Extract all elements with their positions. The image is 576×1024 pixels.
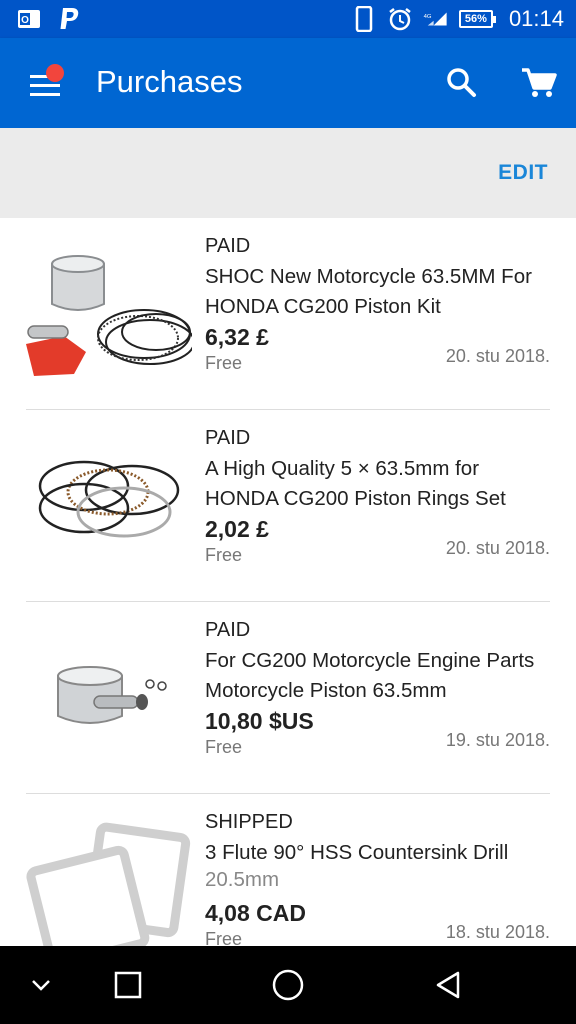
battery-icon: 56%	[458, 10, 496, 28]
product-name: SHOC New Motorcycle 63.5MM For HONDA CG2…	[205, 265, 532, 318]
order-status: PAID	[205, 427, 251, 449]
menu-button[interactable]	[20, 60, 70, 106]
order-date: 20. stu 2018.	[445, 346, 550, 366]
order-date: 19. stu 2018.	[445, 730, 550, 750]
signal-icon: 4G	[423, 6, 449, 32]
network-label: 4G	[424, 14, 432, 20]
notification-dot	[46, 64, 64, 82]
page-title: Purchases	[96, 64, 243, 99]
product-name: 3 Flute 90° HSS Countersink Drill	[205, 841, 509, 864]
edit-strip: EDIT	[0, 128, 576, 218]
product-name: For CG200 Motorcycle Engine Parts Motorc…	[205, 649, 535, 702]
recents-icon[interactable]	[103, 962, 153, 1008]
clock: 01:14	[508, 6, 564, 31]
product-image	[24, 426, 192, 572]
outlook-icon: O	[16, 6, 42, 32]
order-date: 18. stu 2018.	[445, 922, 550, 942]
home-icon[interactable]	[263, 962, 313, 1008]
product-price: 10,80 $US	[205, 708, 314, 734]
shipping-cost: Free	[205, 545, 243, 565]
phone-icon	[351, 6, 377, 32]
purchase-item[interactable]: PAID SHOC New Motorcycle 63.5MM For HOND…	[0, 218, 576, 410]
purchase-item[interactable]: PAID For CG200 Motorcycle Engine Parts M…	[0, 602, 576, 794]
product-name: A High Quality 5 × 63.5mm for HONDA CG20…	[205, 457, 506, 510]
order-status: PAID	[205, 619, 251, 641]
chevron-down-icon[interactable]	[16, 962, 66, 1008]
shipping-cost: Free	[205, 353, 243, 373]
purchase-item[interactable]: PAID A High Quality 5 × 63.5mm for HONDA…	[0, 410, 576, 602]
product-image	[24, 234, 195, 380]
cart-button[interactable]	[514, 60, 564, 106]
system-nav-bar	[0, 946, 576, 1024]
alarm-icon	[387, 6, 413, 32]
order-status: PAID	[205, 235, 251, 257]
search-icon	[447, 68, 476, 97]
product-price: 2,02 £	[205, 516, 269, 542]
purchase-list: PAID SHOC New Motorcycle 63.5MM For HOND…	[0, 218, 576, 946]
order-date: 20. stu 2018.	[445, 538, 550, 558]
svg-text:O: O	[21, 15, 29, 26]
cart-icon	[522, 68, 557, 97]
back-icon[interactable]	[423, 962, 473, 1008]
app-bar: Purchases	[0, 38, 576, 128]
product-image	[24, 618, 192, 764]
shipping-cost: Free	[205, 929, 243, 946]
edit-button[interactable]: EDIT	[498, 161, 548, 185]
shipping-cost: Free	[205, 737, 243, 757]
product-price: 4,08 CAD	[205, 900, 306, 926]
purchase-item[interactable]: SHIPPED 3 Flute 90° HSS Countersink Dril…	[0, 794, 576, 946]
paypal-icon	[56, 6, 82, 32]
product-price: 6,32 £	[205, 324, 269, 350]
status-bar: O 4G 56% 01:14	[0, 0, 576, 38]
search-button[interactable]	[438, 60, 484, 106]
order-status: SHIPPED	[205, 811, 293, 833]
product-variant: 20.5mm	[205, 868, 280, 891]
placeholder-image-icon	[24, 810, 192, 946]
